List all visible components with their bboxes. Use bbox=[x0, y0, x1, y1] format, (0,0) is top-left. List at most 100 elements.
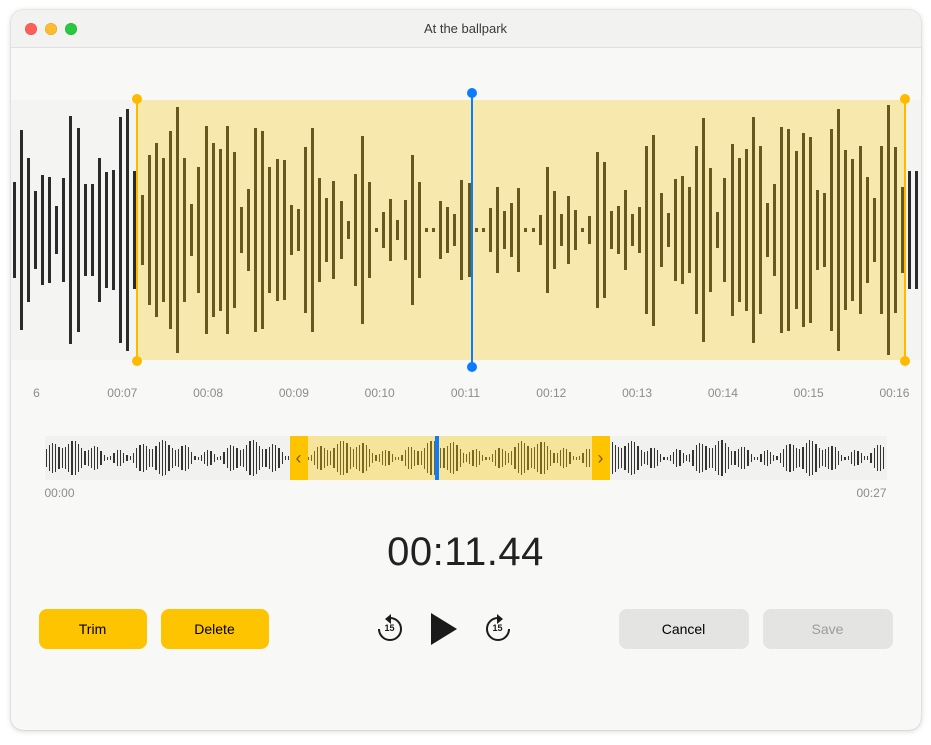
waveform-bar bbox=[796, 448, 797, 468]
waveform-bar bbox=[709, 448, 710, 468]
waveform-bar bbox=[143, 444, 144, 472]
waveform-bar bbox=[58, 447, 59, 469]
waveform-bar bbox=[94, 446, 95, 469]
delete-button[interactable]: Delete bbox=[161, 609, 269, 649]
waveform-bar bbox=[77, 128, 80, 331]
waveform-bar bbox=[98, 158, 101, 302]
skip-back-15-button[interactable]: 15 bbox=[375, 614, 405, 644]
save-button[interactable]: Save bbox=[763, 609, 893, 649]
waveform-bar bbox=[857, 451, 858, 466]
waveform-bar bbox=[41, 175, 44, 286]
trim-end-handle[interactable]: › bbox=[592, 436, 610, 480]
waveform-bar bbox=[631, 441, 632, 475]
waveform-bar bbox=[615, 445, 616, 472]
waveform-bar bbox=[699, 443, 700, 473]
waveform-bar bbox=[728, 447, 729, 469]
waveform-bar bbox=[644, 452, 645, 464]
waveform-bar bbox=[624, 446, 625, 470]
overview-playhead[interactable] bbox=[435, 436, 439, 480]
waveform-bar bbox=[831, 446, 832, 471]
overview-selection[interactable]: ‹ › bbox=[290, 436, 610, 480]
axis-tick-label: 00:10 bbox=[360, 386, 400, 400]
waveform-bar bbox=[136, 448, 137, 467]
waveform-bar bbox=[246, 445, 247, 471]
axis-tick-label: 6 bbox=[17, 386, 57, 400]
waveform-bar bbox=[204, 452, 205, 465]
waveform-bar bbox=[46, 449, 47, 467]
waveform-bar bbox=[864, 456, 865, 460]
play-button[interactable] bbox=[431, 613, 457, 645]
waveform-bar bbox=[269, 447, 270, 470]
waveform-bar bbox=[835, 447, 836, 469]
waveform-bar bbox=[130, 456, 131, 461]
axis-tick-label: 00:13 bbox=[617, 386, 657, 400]
waveform-bar bbox=[793, 445, 794, 470]
waveform-bar bbox=[149, 449, 150, 468]
waveform-bar bbox=[119, 117, 122, 342]
waveform-bar bbox=[34, 191, 37, 268]
waveform-bar bbox=[223, 452, 224, 464]
trim-selection[interactable] bbox=[136, 100, 906, 360]
cancel-button[interactable]: Cancel bbox=[619, 609, 749, 649]
waveform-bar bbox=[198, 457, 199, 460]
waveform-bar bbox=[91, 448, 92, 468]
waveform-bar bbox=[744, 447, 745, 469]
waveform-bar bbox=[282, 452, 283, 463]
waveform-bar bbox=[809, 440, 810, 475]
waveform-bar bbox=[721, 440, 722, 475]
overview-waveform[interactable]: ‹ › bbox=[45, 436, 887, 480]
waveform-bar bbox=[110, 456, 111, 460]
waveform-bar bbox=[812, 441, 813, 476]
waveform-bar bbox=[217, 457, 218, 460]
waveform-bar bbox=[874, 448, 875, 467]
waveform-bar bbox=[272, 444, 273, 471]
waveform-bar bbox=[689, 454, 690, 463]
waveform-bar bbox=[825, 449, 826, 466]
skip-forward-15-button[interactable]: 15 bbox=[483, 614, 513, 644]
skip-forward-amount: 15 bbox=[483, 623, 513, 633]
waveform-bar bbox=[265, 449, 266, 467]
waveform-bar bbox=[692, 450, 693, 466]
waveform-bar bbox=[776, 456, 777, 461]
waveform-bar bbox=[660, 454, 661, 463]
waveform-bar bbox=[120, 450, 121, 466]
waveform-bar bbox=[275, 445, 276, 472]
trim-start-handle[interactable]: ‹ bbox=[290, 436, 308, 480]
waveform-bar bbox=[113, 453, 114, 463]
waveform-bar bbox=[621, 448, 622, 468]
waveform-bar bbox=[207, 450, 208, 466]
waveform-bar bbox=[220, 456, 221, 460]
waveform-bar bbox=[764, 451, 765, 466]
waveform-bar bbox=[618, 447, 619, 468]
waveform-bar bbox=[725, 443, 726, 473]
waveform-bar bbox=[230, 445, 231, 471]
waveform-bar bbox=[172, 448, 173, 467]
trim-button[interactable]: Trim bbox=[39, 609, 147, 649]
waveform-bar bbox=[55, 444, 56, 471]
skip-back-amount: 15 bbox=[375, 623, 405, 633]
waveform-bar bbox=[55, 206, 58, 254]
waveform-bar bbox=[789, 444, 790, 473]
waveform-bar bbox=[126, 109, 129, 351]
controls-row: Trim Delete 15 15 bbox=[11, 609, 921, 677]
waveform-bar bbox=[783, 449, 784, 467]
waveform-bar bbox=[165, 441, 166, 475]
waveform-bar bbox=[253, 440, 254, 476]
waveform-bar bbox=[667, 457, 668, 460]
waveform-bar bbox=[802, 447, 803, 469]
waveform-bar bbox=[851, 452, 852, 463]
waveform-bar bbox=[705, 446, 706, 470]
transport-controls: 15 15 bbox=[375, 613, 513, 645]
waveform-bar bbox=[123, 453, 124, 464]
zoom-waveform-region bbox=[11, 80, 921, 380]
playhead-handle[interactable] bbox=[471, 94, 473, 366]
waveform-bar bbox=[741, 447, 742, 469]
waveform-bar bbox=[227, 448, 228, 469]
waveform-bar bbox=[612, 442, 613, 474]
waveform-bar bbox=[162, 440, 163, 476]
waveform-bar bbox=[146, 446, 147, 470]
waveform-bar bbox=[126, 455, 127, 460]
overview-start-time: 00:00 bbox=[45, 486, 75, 500]
waveform-bar bbox=[663, 457, 664, 460]
waveform-bar bbox=[841, 455, 842, 461]
